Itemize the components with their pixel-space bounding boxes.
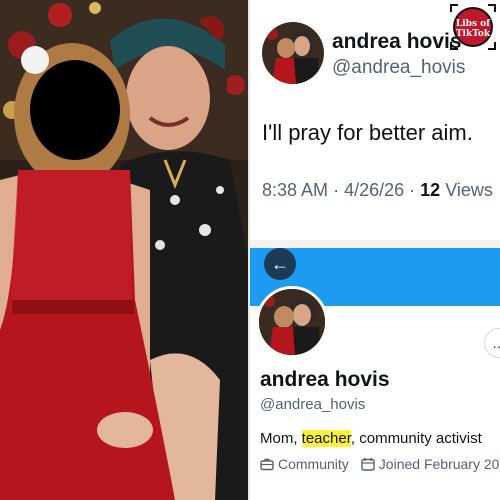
profile-joined: Joined February 20 <box>361 456 500 472</box>
avatar-image <box>259 289 325 355</box>
meta-separator: · <box>333 180 340 200</box>
profile-avatar[interactable] <box>256 286 328 358</box>
profile-meta: Community Joined February 20 <box>260 456 499 472</box>
watermark-corner <box>488 42 496 50</box>
bio-highlighted-word: teacher <box>301 430 351 447</box>
tweet-text: I'll pray for better aim. <box>262 120 473 145</box>
photo-illustration <box>0 0 248 500</box>
tweet-meta: 8:38 AM · 4/26/26 · 12 Views <box>262 180 493 201</box>
category-label: Community <box>278 456 349 472</box>
tweet-handle[interactable]: @andrea_hovis <box>332 57 465 79</box>
bio-text: Mom, <box>260 430 302 447</box>
joined-label: Joined February 20 <box>378 456 500 472</box>
watermark-corner <box>488 4 496 12</box>
photo-panel <box>0 0 248 500</box>
views-count: 12 <box>420 180 441 200</box>
meta-separator: · <box>409 180 416 200</box>
briefcase-icon <box>260 458 274 471</box>
libs-of-tiktok-watermark: Libs of TikTok <box>450 4 496 50</box>
watermark-line2: TikTok <box>455 29 491 39</box>
tweet-time[interactable]: 8:38 AM <box>262 180 328 200</box>
watermark-line1: Libs of <box>455 19 491 29</box>
calendar-icon <box>361 458 375 471</box>
watermark-badge: Libs of TikTok <box>453 7 493 47</box>
horizontal-divider <box>250 240 500 248</box>
profile-card: ← … andrea hovis @andrea_hovis Mom, teac… <box>250 248 500 500</box>
more-options-button[interactable]: … <box>484 328 500 358</box>
tweet-display-name[interactable]: andrea hovis <box>332 30 462 54</box>
profile-display-name: andrea hovis <box>260 368 390 391</box>
profile-bio: Mom, teacher, community activist <box>260 430 482 447</box>
tweet-avatar[interactable] <box>262 22 324 84</box>
back-arrow-button[interactable]: ← <box>264 248 296 280</box>
bio-text: , community activist <box>350 430 482 447</box>
watermark-corner <box>450 4 458 12</box>
views-label: Views <box>445 180 493 200</box>
avatar-image <box>262 22 324 84</box>
watermark-corner <box>450 42 458 50</box>
tweet-date[interactable]: 4/26/26 <box>344 180 404 200</box>
profile-handle: @andrea_hovis <box>260 396 366 413</box>
profile-category: Community <box>260 456 349 472</box>
